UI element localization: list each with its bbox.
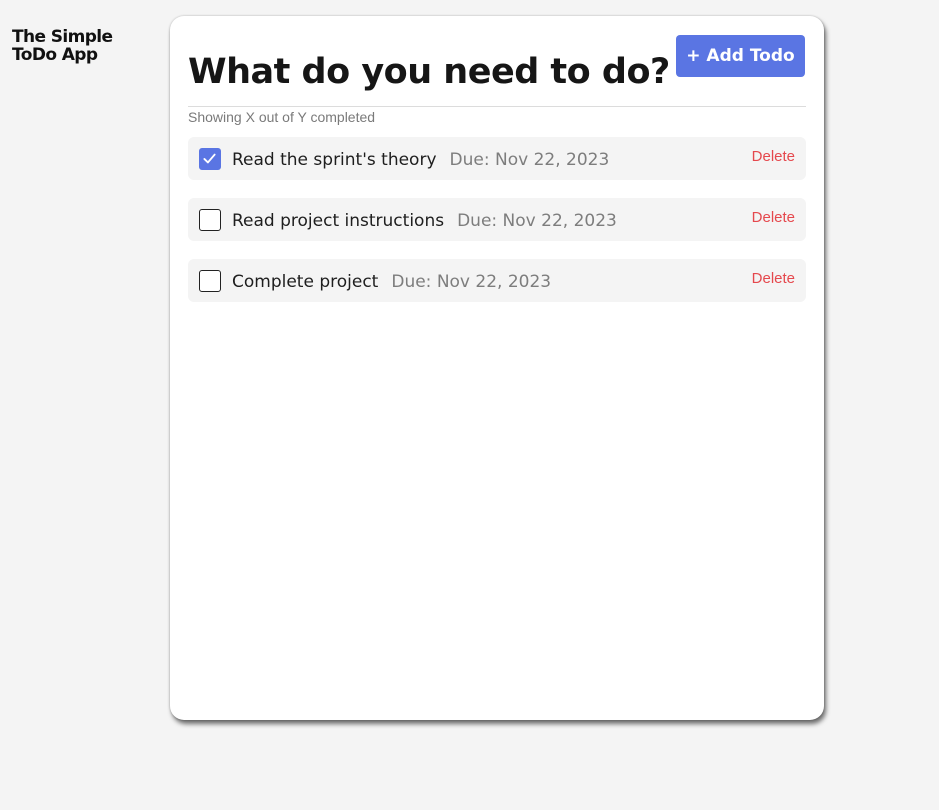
card-header: What do you need to do? + Add Todo [188, 34, 806, 107]
todo-checkbox[interactable] [199, 209, 221, 231]
todo-due-date: Due: Nov 22, 2023 [449, 150, 610, 170]
todo-label: Read project instructions [232, 211, 445, 231]
todo-due-date: Due: Nov 22, 2023 [391, 272, 552, 292]
add-todo-button[interactable]: + Add Todo [676, 35, 805, 77]
todo-label: Read the sprint's theory [232, 150, 437, 170]
todo-due-date: Due: Nov 22, 2023 [457, 211, 617, 231]
todo-card: What do you need to do? + Add Todo Showi… [170, 16, 824, 720]
completion-summary: Showing X out of Y completed [188, 109, 376, 125]
app-title: The Simple ToDo App [12, 27, 113, 65]
todo-item: Read the sprint's theory Due: Nov 22, 20… [188, 137, 806, 180]
todo-list: Read the sprint's theory Due: Nov 22, 20… [188, 137, 806, 320]
delete-todo-button[interactable]: Delete [752, 209, 795, 226]
delete-todo-button[interactable]: Delete [752, 148, 795, 165]
todo-item: Read project instructions Due: Nov 22, 2… [188, 198, 806, 241]
todo-checkbox[interactable] [199, 148, 221, 170]
todo-text: Complete project Due: Nov 22, 2023 [232, 270, 551, 293]
todo-text: Read the sprint's theory Due: Nov 22, 20… [232, 148, 609, 171]
todo-text: Read project instructions Due: Nov 22, 2… [232, 209, 617, 232]
todo-item: Complete project Due: Nov 22, 2023 Delet… [188, 259, 806, 302]
todo-checkbox[interactable] [199, 270, 221, 292]
delete-todo-button[interactable]: Delete [752, 270, 795, 287]
check-icon [203, 153, 216, 164]
page-heading: What do you need to do? [188, 52, 670, 92]
todo-label: Complete project [232, 272, 379, 292]
